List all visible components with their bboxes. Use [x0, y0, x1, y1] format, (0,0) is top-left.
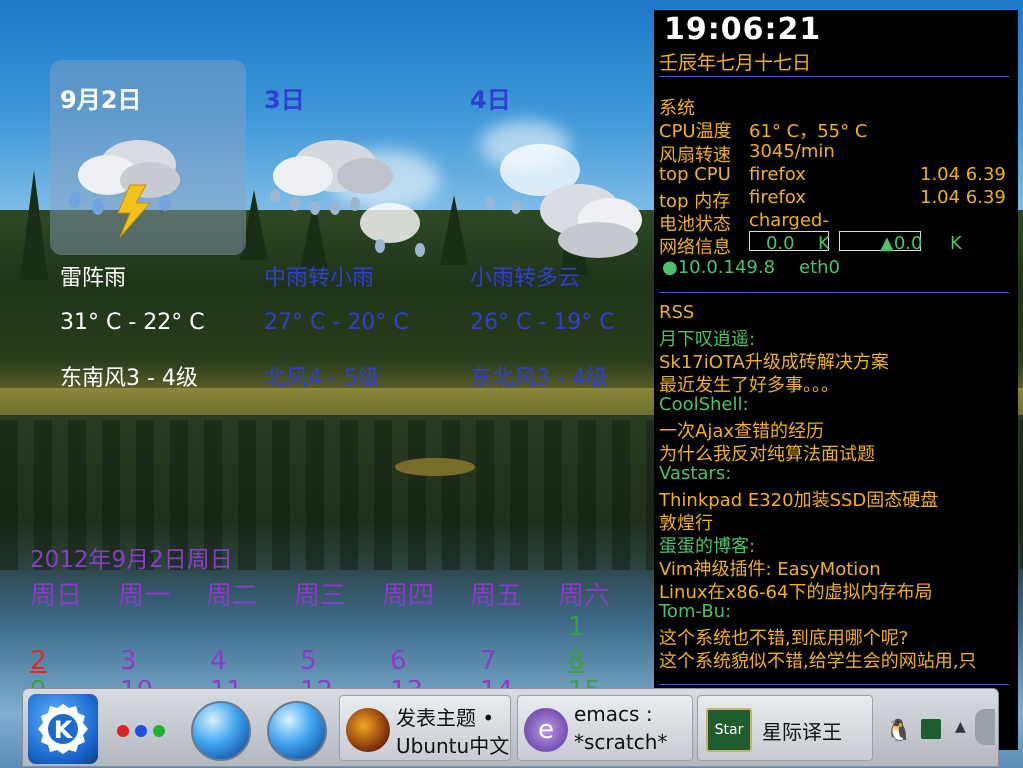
task-title-line1: emacs :: [574, 702, 653, 726]
network-interface: eth0: [799, 257, 840, 278]
weather-day-3-condition: 小雨转多云: [470, 266, 581, 291]
weekday-header: 周一: [118, 581, 171, 611]
calendar-day[interactable]: 8: [568, 646, 585, 676]
rss-item[interactable]: 这个系统貌似不错,给学生会的网站用,只: [659, 647, 976, 673]
taskbar: K 发表主题 • Ubuntu中文 e emacs : *scratch* St…: [22, 688, 999, 767]
rss-feed-name[interactable]: Tom-Bu:: [659, 601, 731, 622]
tree: [20, 170, 48, 280]
task-emacs[interactable]: e emacs : *scratch*: [517, 695, 693, 761]
top-mem-values: 1.04 6.39: [920, 187, 1006, 208]
lunar-date: 壬辰年七月十七日: [659, 52, 812, 74]
browser-launcher-icon[interactable]: [191, 701, 251, 761]
weekday-header: 周三: [294, 581, 347, 611]
conky-system-monitor: 19:06:21 壬辰年七月十七日 系统 CPU温度 61° C，55° C 风…: [654, 10, 1018, 750]
calendar-day[interactable]: 3: [120, 646, 137, 676]
upload-speed: ▲0.0: [880, 233, 923, 254]
weather-day-3-date: 4日: [470, 86, 511, 114]
weather-day-1-wind: 东南风3 - 4级: [60, 366, 198, 391]
download-speed: 0.0: [766, 233, 795, 254]
divider: [659, 292, 1009, 293]
emacs-icon: e: [524, 708, 568, 752]
upload-unit: K: [950, 233, 962, 254]
weather-day-1-condition: 雷阵雨: [60, 266, 127, 291]
task-title-line1: 星际译王: [762, 720, 842, 744]
calendar-day[interactable]: 4: [210, 646, 227, 676]
weekday-header: 周日: [30, 581, 83, 611]
calendar-day[interactable]: 7: [480, 646, 497, 676]
panel-scroll-handle[interactable]: [975, 709, 995, 745]
weather-day-2-date: 3日: [264, 86, 305, 114]
grass-islet: [395, 458, 475, 476]
rss-feed-name[interactable]: Vastars:: [659, 463, 731, 484]
calendar-day[interactable]: 6: [390, 646, 407, 676]
stardict-icon: Star: [706, 708, 752, 752]
divider: [659, 684, 1009, 685]
weekday-header: 周五: [470, 581, 523, 611]
weekday-header: 周二: [206, 581, 259, 611]
task-firefox[interactable]: 发表主题 • Ubuntu中文: [339, 695, 511, 761]
weather-day-2-wind: 北风4 - 5级: [264, 366, 380, 391]
top-cpu-values: 1.04 6.39: [920, 164, 1006, 185]
clock: 19:06:21: [664, 12, 822, 47]
weekday-header: 周四: [382, 581, 435, 611]
kde-logo-icon: K: [38, 704, 88, 754]
thunderstorm-icon: [69, 140, 180, 238]
network-launcher-icon[interactable]: [267, 701, 327, 761]
top-cpu-process: firefox: [749, 164, 806, 185]
download-unit: K: [818, 233, 830, 254]
rain-icon: [270, 140, 425, 257]
weather-day-3-wind: 东北风3 - 4级: [470, 366, 608, 391]
weather-day-2-condition: 中雨转小雨: [264, 266, 375, 291]
red-dot-icon[interactable]: [117, 725, 129, 737]
weather-day-2-temp: 27° C - 20° C: [264, 310, 409, 335]
task-title-line2: Ubuntu中文: [396, 734, 510, 758]
task-title-line2: *scratch*: [574, 730, 668, 754]
weekday-header: 周六: [558, 581, 611, 611]
kde-menu-button[interactable]: K: [28, 694, 98, 764]
top-cpu-label: top CPU: [659, 164, 731, 185]
weather-day-3-temp: 26° C - 19° C: [470, 310, 615, 335]
svg-text:K: K: [54, 716, 74, 744]
task-title-line1: 发表主题 •: [396, 706, 495, 730]
rss-feed-name[interactable]: CoolShell:: [659, 394, 749, 415]
cpu-temp-label: CPU温度: [659, 121, 732, 142]
ip-address: ●10.0.149.8: [662, 257, 776, 278]
blue-dot-icon[interactable]: [135, 725, 147, 737]
calendar-day[interactable]: 1: [568, 612, 585, 642]
calendar-day-today[interactable]: 2: [30, 646, 47, 676]
calendar-day[interactable]: 5: [300, 646, 317, 676]
calendar-title: 2012年9月2日周日: [30, 547, 233, 573]
network-label: 网络信息: [659, 237, 731, 258]
top-mem-process: firefox: [749, 187, 806, 208]
fan-value: 3045/min: [749, 141, 835, 162]
tux-icon[interactable]: 🐧: [885, 719, 912, 744]
battery-value: charged-: [749, 210, 829, 231]
up-arrow-icon[interactable]: ▲: [955, 719, 966, 735]
divider: [659, 76, 1009, 77]
rain-to-cloudy-icon: [485, 144, 642, 258]
task-stardict[interactable]: Star 星际译王: [697, 695, 873, 761]
firefox-icon: [346, 708, 390, 752]
rss-title: RSS: [659, 302, 695, 323]
tree: [440, 195, 468, 265]
stardict-tray-icon[interactable]: [921, 719, 941, 739]
green-dot-icon[interactable]: [153, 725, 165, 737]
weather-day-1-date: 9月2日: [60, 86, 142, 114]
weather-day-1-temp: 31° C - 22° C: [60, 310, 205, 335]
cpu-temp-value: 61° C，55° C: [749, 121, 868, 142]
